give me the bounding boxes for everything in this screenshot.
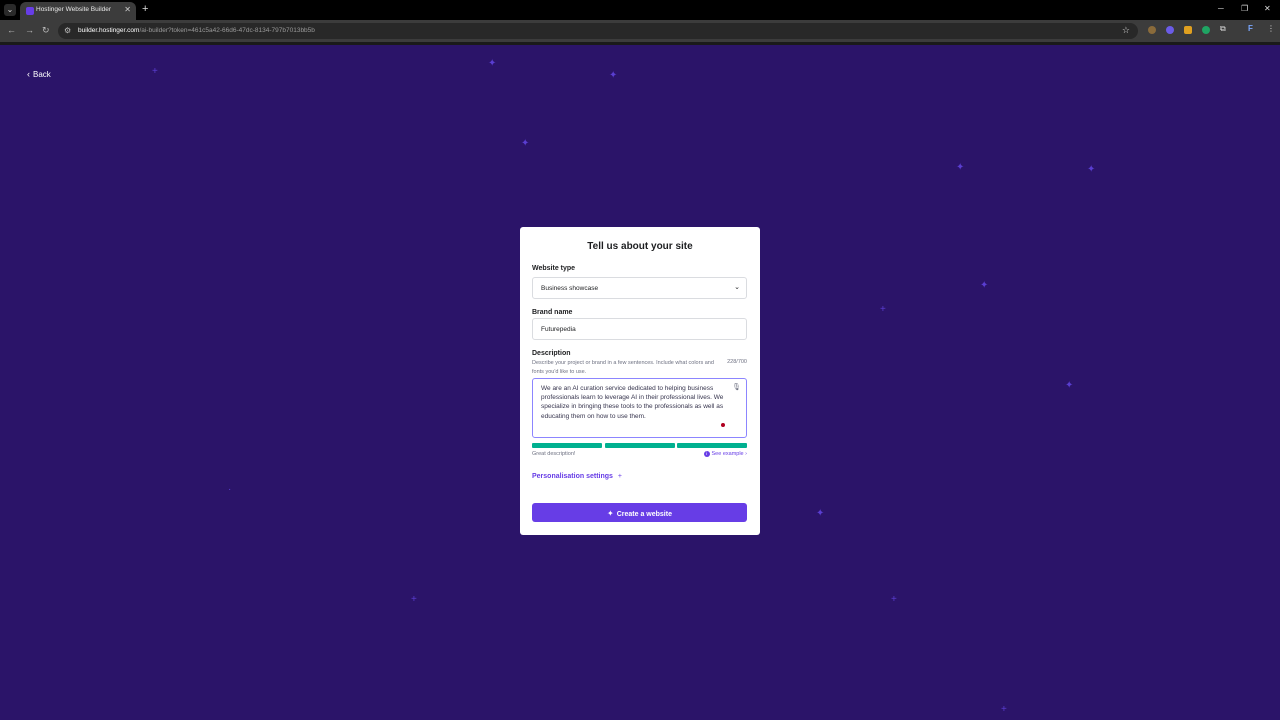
info-icon: i	[703, 451, 710, 457]
back-link[interactable]: ‹ Back	[27, 69, 51, 79]
site-info-icon[interactable]: ⚙	[64, 26, 71, 35]
sparkle-icon: ·	[228, 484, 232, 495]
description-textarea[interactable]: We are an AI curation service dedicated …	[532, 378, 747, 438]
sparkle-icon: ✦	[816, 508, 825, 519]
sparkle-icon: ✦	[488, 58, 497, 69]
extension-green-icon[interactable]	[1202, 26, 1210, 34]
character-counter: 228/700	[727, 359, 747, 365]
back-label: Back	[33, 70, 51, 79]
new-tab-icon[interactable]: +	[142, 3, 148, 15]
website-type-label: Website type	[532, 265, 576, 272]
close-icon[interactable]: ✕	[124, 5, 131, 14]
minimize-icon[interactable]: ─	[1218, 4, 1224, 13]
sparkle-icon: ✦	[521, 138, 530, 149]
window-close-icon[interactable]: ✕	[1264, 4, 1271, 13]
website-type-value: Business showcase	[541, 285, 599, 292]
see-example-link[interactable]: i See example ›	[703, 451, 747, 457]
tab-title: Hostinger Website Builder	[36, 6, 112, 13]
url-field[interactable]: ⚙ builder.hostinger.com/ai-builder?token…	[58, 23, 1138, 39]
sparkle-icon: +	[891, 594, 897, 605]
bookmark-star-icon[interactable]: ☆	[1122, 25, 1130, 36]
back-arrow-icon[interactable]: ←	[7, 25, 16, 35]
brand-name-input[interactable]: Futurepedia	[532, 318, 747, 340]
form-title: Tell us about your site	[587, 241, 693, 252]
extension-badge-icon[interactable]	[1184, 26, 1192, 34]
description-value: We are an AI curation service dedicated …	[541, 385, 724, 420]
see-example-label: See example	[711, 451, 744, 457]
quality-bar-2	[605, 443, 675, 448]
sparkle-icon: ✦	[609, 70, 618, 81]
extensions-puzzle-icon[interactable]: ⧉	[1220, 24, 1226, 34]
url-text: builder.hostinger.com/ai-builder?token=4…	[78, 27, 315, 34]
description-hint: Describe your project or brand in a few …	[532, 360, 714, 375]
quality-bar-3	[677, 443, 747, 448]
reload-icon[interactable]: ↻	[42, 25, 50, 36]
chevron-left-icon: ‹	[27, 69, 30, 79]
microphone-icon[interactable]: 🎙	[732, 383, 741, 391]
create-website-button[interactable]: ✦ Create a website	[532, 503, 747, 522]
tab-search-icon[interactable]: ⌄	[4, 4, 16, 16]
sparkle-icon: +	[1001, 704, 1007, 715]
website-type-select[interactable]: Business showcase ⌄	[532, 277, 747, 299]
brand-name-label: Brand name	[532, 309, 573, 316]
plus-icon: +	[617, 473, 623, 480]
sparkle-icon: ✦	[1065, 380, 1074, 391]
sparkle-icon: +	[880, 304, 886, 315]
more-menu-icon[interactable]: ⋮	[1267, 24, 1275, 33]
sparkle-icon: +	[152, 66, 158, 77]
extension-gear-icon[interactable]	[1166, 26, 1174, 34]
description-feedback: Great description!	[532, 451, 576, 457]
site-form-card: Tell us about your site Website type Bus…	[520, 227, 760, 535]
brand-name-value: Futurepedia	[541, 326, 576, 333]
personalisation-label: Personalisation settings	[532, 473, 613, 480]
recording-dot-icon	[721, 423, 725, 427]
address-bar: ← → ↻ ⚙ builder.hostinger.com/ai-builder…	[0, 20, 1280, 42]
sparkle-icon: ✦	[956, 162, 965, 173]
profile-avatar[interactable]: F	[1248, 24, 1253, 33]
hostinger-favicon-icon	[26, 7, 34, 15]
personalisation-settings-toggle[interactable]: Personalisation settings +	[532, 473, 622, 480]
chevron-down-icon: ⌄	[734, 284, 740, 291]
browser-tab-bar: ⌄ Hostinger Website Builder ✕ + ─ ❐ ✕	[0, 0, 1280, 20]
chevron-right-icon: ›	[745, 451, 747, 457]
extension-pen-icon[interactable]	[1148, 26, 1156, 34]
sparkle-icon: ✦	[1087, 164, 1096, 175]
create-website-label: Create a website	[616, 511, 672, 518]
sparkle-icon: +	[411, 594, 417, 605]
sparkles-icon: ✦	[607, 509, 614, 518]
forward-arrow-icon[interactable]: →	[25, 25, 34, 35]
ai-builder-page: + ✦ ✦ ✦ ✦ ✦ ✦ + ✦ ✦ + + + · ‹ Back Tell u…	[0, 45, 1280, 720]
description-label: Description	[532, 350, 571, 357]
browser-tab[interactable]: Hostinger Website Builder ✕	[20, 2, 136, 20]
restore-icon[interactable]: ❐	[1241, 4, 1248, 13]
quality-bar-1	[532, 443, 602, 448]
sparkle-icon: ✦	[980, 280, 989, 291]
